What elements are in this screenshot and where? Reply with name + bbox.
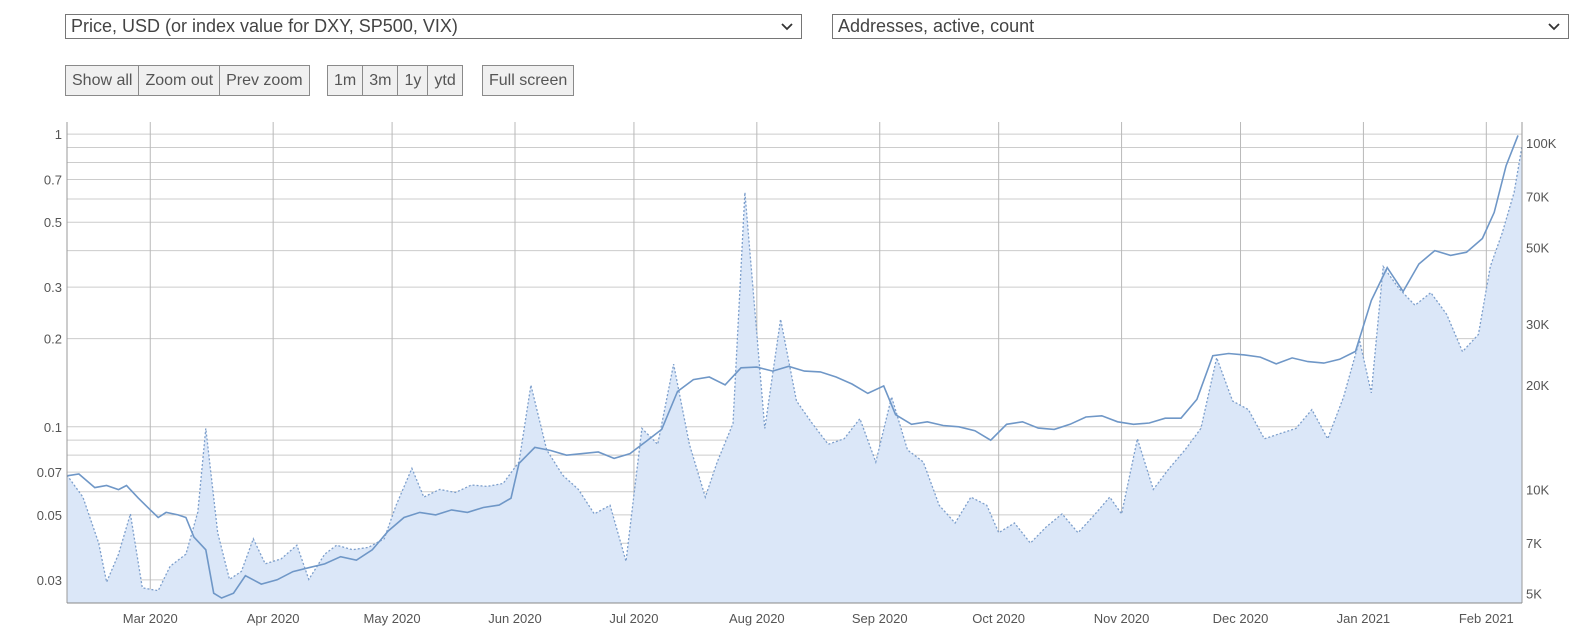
x-tick-label: May 2020 — [364, 611, 421, 626]
left-tick-label: 0.05 — [37, 508, 62, 523]
right-tick-label: 5K — [1526, 587, 1542, 602]
x-tick-label: Sep 2020 — [852, 611, 908, 626]
price-vs-addresses-chart[interactable]: 1 0.7 0.5 0.3 0.2 0.1 0.07 0.05 0.03 100K 70K 50K 3… — [0, 0, 1595, 629]
left-axis-ticks: 1 0.7 0.5 0.3 0.2 0.1 0.07 0.05 0.03 — [37, 127, 62, 588]
x-tick-label: Jan 2021 — [1337, 611, 1391, 626]
x-tick-label: Apr 2020 — [247, 611, 300, 626]
right-tick-label: 70K — [1526, 190, 1549, 205]
x-tick-label: Nov 2020 — [1094, 611, 1150, 626]
left-tick-label: 0.07 — [37, 465, 62, 480]
left-tick-label: 0.2 — [44, 332, 62, 347]
x-axis-ticks: Mar 2020 Apr 2020 May 2020 Jun 2020 Jul 2020… — [123, 611, 1514, 626]
x-tick-label: Jun 2020 — [488, 611, 542, 626]
x-tick-label: Mar 2020 — [123, 611, 178, 626]
left-tick-label: 0.03 — [37, 573, 62, 588]
x-tick-label: Dec 2020 — [1213, 611, 1269, 626]
right-tick-label: 30K — [1526, 317, 1549, 332]
left-tick-label: 1 — [55, 127, 62, 142]
x-tick-label: Feb 2021 — [1459, 611, 1514, 626]
x-tick-label: Jul 2020 — [609, 611, 658, 626]
x-tick-label: Oct 2020 — [972, 611, 1025, 626]
left-tick-label: 0.3 — [44, 280, 62, 295]
right-tick-label: 100K — [1526, 136, 1557, 151]
right-tick-label: 10K — [1526, 482, 1549, 497]
right-axis-ticks: 100K 70K 50K 30K 20K 10K 7K 5K — [1526, 136, 1557, 602]
left-tick-label: 0.7 — [44, 172, 62, 187]
left-tick-label: 0.5 — [44, 215, 62, 230]
addresses-area-fill — [67, 146, 1522, 603]
right-tick-label: 7K — [1526, 536, 1542, 551]
x-tick-label: Aug 2020 — [729, 611, 785, 626]
addresses-area — [66, 145, 1523, 603]
left-tick-label: 0.1 — [44, 420, 62, 435]
right-tick-label: 50K — [1526, 240, 1549, 255]
right-tick-label: 20K — [1526, 378, 1549, 393]
